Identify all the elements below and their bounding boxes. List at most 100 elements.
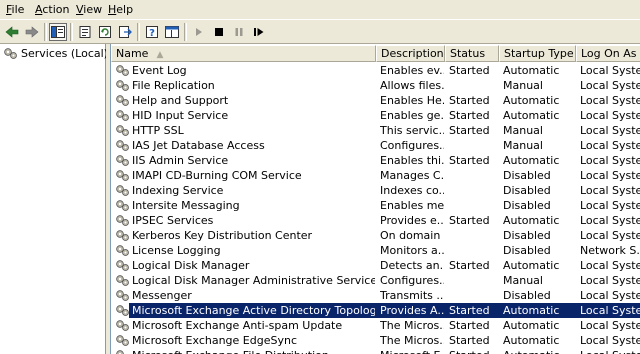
service-gear-icon <box>4 48 17 59</box>
service-name: Intersite Messaging <box>132 199 240 212</box>
service-log-on-as: Local System <box>580 124 640 137</box>
service-startup-type: Manual <box>503 274 543 287</box>
service-status <box>449 168 501 183</box>
service-status <box>449 243 501 258</box>
service-name: HID Input Service <box>132 109 229 122</box>
menu-bar: File Action View Help <box>0 0 640 19</box>
service-log-on-as: Local System <box>580 64 640 77</box>
service-log-on-as: Local System <box>580 334 640 347</box>
service-row[interactable]: Messenger Transmits ... Disabled Local Syst… <box>111 288 640 303</box>
service-startup-type: Disabled <box>503 169 551 182</box>
properties-icon[interactable] <box>76 23 94 41</box>
toolbar: ? <box>0 19 640 44</box>
export-list-icon[interactable] <box>116 23 134 41</box>
back-arrow-icon[interactable] <box>3 23 21 41</box>
service-gear-icon <box>116 215 129 226</box>
service-log-on-as: Local System <box>580 348 640 354</box>
service-description: Configures... <box>380 274 444 287</box>
service-status: Started <box>449 334 490 347</box>
service-name-cell: Logical Disk Manager <box>115 258 375 273</box>
service-log-on-as: Local System <box>580 94 640 107</box>
show-hide-tree-icon[interactable] <box>49 23 67 41</box>
column-header-description[interactable]: Description <box>376 45 445 62</box>
service-name: Logical Disk Manager Administrative Serv… <box>132 274 375 287</box>
service-row[interactable]: Indexing Service Indexes co... Disabled Loc… <box>111 183 640 198</box>
start-service-icon[interactable] <box>190 23 208 41</box>
service-name: License Logging <box>132 244 221 257</box>
column-header-row: Name ▲ Description Status Startup Type Lo… <box>111 45 640 62</box>
column-header-log-on-as[interactable]: Log On As <box>576 45 640 62</box>
service-name: HTTP SSL <box>132 124 184 137</box>
service-row[interactable]: Microsoft Exchange EdgeSync The Micros...… <box>111 333 640 348</box>
service-row[interactable]: Event Log Enables ev... Started Automatic Lo… <box>111 63 640 78</box>
service-row[interactable]: Logical Disk Manager Administrative Serv… <box>111 273 640 288</box>
service-row[interactable]: Logical Disk Manager Detects an... Started… <box>111 258 640 273</box>
service-gear-icon <box>116 65 129 76</box>
service-name: Help and Support <box>132 94 229 107</box>
menu-view[interactable]: View <box>76 3 102 16</box>
service-startup-type: Automatic <box>503 259 560 272</box>
services-list: Name ▲ Description Status Startup Type Lo… <box>110 44 640 354</box>
service-gear-icon <box>116 200 129 211</box>
service-row[interactable]: Microsoft Exchange Active Directory Topo… <box>111 303 640 318</box>
service-row[interactable]: IMAPI CD-Burning COM Service Manages C...… <box>111 168 640 183</box>
menu-file[interactable]: File <box>6 3 24 16</box>
service-row[interactable]: IAS Jet Database Access Configures... Manu… <box>111 138 640 153</box>
toolbar-separator <box>184 23 187 41</box>
service-row[interactable]: Intersite Messaging Enables me... Disabled… <box>111 198 640 213</box>
console-tree-pane: Services (Local) <box>0 44 108 354</box>
service-startup-type: Automatic <box>503 94 560 107</box>
service-row[interactable]: IIS Admin Service Enables thi... Started Au… <box>111 153 640 168</box>
help-icon[interactable]: ? <box>143 23 161 41</box>
service-row[interactable]: Kerberos Key Distribution Center On domai… <box>111 228 640 243</box>
service-row[interactable]: IPSEC Services Provides e... Started Automa… <box>111 213 640 228</box>
column-header-status[interactable]: Status <box>445 45 499 62</box>
service-log-on-as: Local System <box>580 319 640 332</box>
service-startup-type: Automatic <box>503 348 577 354</box>
service-name-cell: IIS Admin Service <box>115 153 375 168</box>
service-row[interactable]: License Logging Monitors a... Disabled Netw… <box>111 243 640 258</box>
service-gear-icon <box>116 320 129 331</box>
menu-action[interactable]: Action <box>35 3 69 16</box>
service-row[interactable]: File Replication Allows files... Manual Loc… <box>111 78 640 93</box>
service-gear-icon <box>116 95 129 106</box>
refresh-icon[interactable] <box>96 23 114 41</box>
stop-service-icon[interactable] <box>210 23 228 41</box>
service-description: Configures... <box>380 139 444 152</box>
forward-arrow-icon[interactable] <box>23 23 41 41</box>
service-name: IMAPI CD-Burning COM Service <box>132 169 302 182</box>
service-status: Started <box>449 124 490 137</box>
service-row[interactable]: HTTP SSL This servic... Started Manual Local… <box>111 123 640 138</box>
service-description: Enables ge... <box>380 109 444 122</box>
service-log-on-as: Local System <box>580 139 640 152</box>
service-status: Started <box>449 259 490 272</box>
service-row[interactable]: HID Input Service Enables ge... Started Aut… <box>111 108 640 123</box>
service-name: Event Log <box>132 64 187 77</box>
service-description: Enables me... <box>380 199 444 212</box>
service-name: Logical Disk Manager <box>132 259 250 272</box>
service-startup-type: Automatic <box>503 109 560 122</box>
service-startup-type: Automatic <box>503 214 560 227</box>
service-log-on-as: Local System <box>580 259 640 272</box>
console-pane-icon[interactable] <box>163 23 181 41</box>
pause-service-icon[interactable] <box>230 23 248 41</box>
service-name-cell: File Replication <box>115 78 375 93</box>
service-gear-icon <box>116 110 129 121</box>
service-row[interactable]: Microsoft Exchange File Distribution Micr… <box>111 348 640 354</box>
service-name-cell: Microsoft Exchange File Distribution <box>115 348 375 354</box>
service-name: IIS Admin Service <box>132 154 229 167</box>
column-header-name[interactable]: Name ▲ <box>111 45 376 62</box>
service-startup-type: Manual <box>503 124 543 137</box>
tree-item-services-local[interactable]: Services (Local) <box>3 47 108 60</box>
menu-help[interactable]: Help <box>108 3 133 16</box>
service-log-on-as: Local System <box>580 304 640 317</box>
service-gear-icon <box>116 185 129 196</box>
service-gear-icon <box>116 290 129 301</box>
toolbar-separator <box>44 23 47 41</box>
service-status: Started <box>449 348 501 354</box>
restart-service-icon[interactable] <box>250 23 268 41</box>
service-row[interactable]: Help and Support Enables He... Started Auto… <box>111 93 640 108</box>
service-row[interactable]: Microsoft Exchange Anti-spam Update The M… <box>111 318 640 333</box>
service-status: Started <box>449 154 490 167</box>
column-header-startup-type[interactable]: Startup Type <box>499 45 576 62</box>
